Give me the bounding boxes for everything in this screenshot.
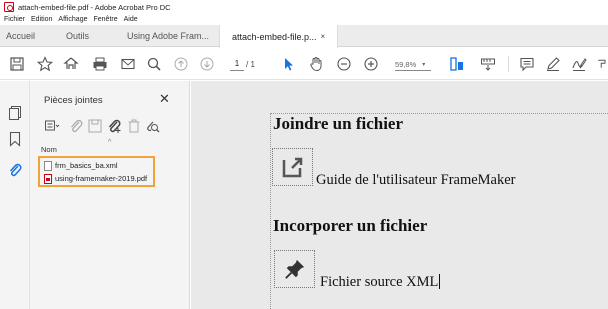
tab-bar: Accueil Outils Using Adobe Fram... attac… <box>0 25 608 48</box>
page-border <box>270 113 271 309</box>
print-icon[interactable] <box>91 55 109 73</box>
options-menu-icon[interactable] <box>44 118 60 134</box>
attachments-panel: Pièces jointes ✕ ^ Nom frm_basics_ba.xml… <box>30 81 190 309</box>
bookmark-star-icon[interactable] <box>36 55 54 73</box>
tab-label: Accueil <box>6 31 36 41</box>
more-icon[interactable] <box>596 55 608 73</box>
tab-accueil[interactable]: Accueil <box>6 25 35 47</box>
page-down-icon[interactable] <box>198 55 216 73</box>
tab-using-adobe[interactable]: Using Adobe Fram... <box>127 25 209 47</box>
tab-attach-embed[interactable]: attach-embed-file.p... × <box>219 25 339 48</box>
tab-outils[interactable]: Outils <box>66 25 89 47</box>
save-attachment-icon[interactable] <box>87 118 103 134</box>
attachment-name: frm_basics_ba.xml <box>55 161 118 170</box>
left-rail <box>0 81 30 309</box>
pin-glyph-icon <box>284 259 304 279</box>
attachments-list: frm_basics_ba.xml using-framemaker-2019.… <box>38 156 155 187</box>
close-icon[interactable]: ✕ <box>159 91 170 107</box>
save-icon[interactable] <box>8 55 26 73</box>
zoom-value: 59,8% <box>395 60 417 69</box>
tab-label: Outils <box>66 31 90 41</box>
chevron-down-icon: ▾ <box>422 62 426 68</box>
menu-affichage[interactable]: Affichage <box>58 16 87 23</box>
sort-caret-icon: ^ <box>108 139 112 146</box>
menu-aide[interactable]: Aide <box>124 16 138 23</box>
external-link-icon <box>282 157 302 178</box>
panel-title: Pièces jointes <box>44 95 103 106</box>
attachment-item[interactable]: frm_basics_ba.xml <box>44 160 118 171</box>
comment-icon[interactable] <box>518 55 536 73</box>
doc-link-framemaker-guide[interactable]: Guide de l'utilisateur FrameMaker <box>316 172 516 189</box>
select-cursor-icon[interactable] <box>279 55 297 73</box>
doc-link-xml-source[interactable]: Fichier source XML <box>320 274 441 291</box>
attachment-item[interactable]: using-framemaker-2019.pdf <box>44 173 147 184</box>
fit-page-icon[interactable] <box>448 55 466 73</box>
xml-file-icon <box>44 160 52 171</box>
search-zoom-icon[interactable] <box>145 55 163 73</box>
email-icon[interactable] <box>119 55 137 73</box>
menu-bar: Fichier Edition Affichage Fenêtre Aide <box>0 14 608 25</box>
bookmark-icon[interactable] <box>7 131 23 147</box>
sign-icon[interactable] <box>570 55 588 73</box>
doc-heading-incorporer: Incorporer un fichier <box>273 216 428 235</box>
menu-fichier[interactable]: Fichier <box>4 16 25 23</box>
doc-heading-joindre: Joindre un fichier <box>273 114 404 133</box>
xml-source-text: Fichier source XML <box>320 274 439 290</box>
zoom-out-icon[interactable] <box>335 55 353 73</box>
pdf-file-icon <box>44 173 52 184</box>
column-header-name[interactable]: Nom <box>41 145 57 154</box>
search-attachment-icon[interactable] <box>144 118 160 134</box>
tab-label: Using Adobe Fram... <box>127 31 210 41</box>
hand-icon[interactable] <box>307 55 325 73</box>
share-icon[interactable] <box>62 55 80 73</box>
open-attachment-icon[interactable] <box>68 118 84 134</box>
zoom-level-select[interactable]: 59,8% ▾ <box>395 59 431 71</box>
acrobat-icon <box>4 2 14 12</box>
tab-close-icon[interactable]: × <box>321 32 326 41</box>
page-total: / 1 <box>246 60 255 69</box>
pages-icon[interactable] <box>7 105 23 121</box>
delete-icon[interactable] <box>126 118 142 134</box>
attachment-name: using-framemaker-2019.pdf <box>55 174 148 183</box>
add-attachment-icon[interactable] <box>106 118 122 134</box>
toolbar-separator <box>508 56 509 72</box>
pushpin-icon[interactable] <box>274 250 315 288</box>
window-title: attach-embed-file.pdf - Adobe Acrobat Pr… <box>18 2 171 12</box>
attachment-link-icon[interactable] <box>272 148 313 186</box>
zoom-in-icon[interactable] <box>362 55 380 73</box>
page-up-icon[interactable] <box>172 55 190 73</box>
main-toolbar: 1 / 1 59,8% ▾ <box>0 48 608 80</box>
text-cursor <box>439 274 441 289</box>
title-bar: attach-embed-file.pdf - Adobe Acrobat Pr… <box>0 0 608 14</box>
tab-label: attach-embed-file.p... <box>232 31 317 42</box>
measure-icon[interactable] <box>479 55 497 73</box>
pen-icon[interactable] <box>544 55 562 73</box>
menu-edition[interactable]: Edition <box>31 16 52 23</box>
menu-fenetre[interactable]: Fenêtre <box>93 16 117 23</box>
paperclip-icon[interactable] <box>7 162 23 178</box>
page-number-input[interactable]: 1 <box>230 59 244 71</box>
